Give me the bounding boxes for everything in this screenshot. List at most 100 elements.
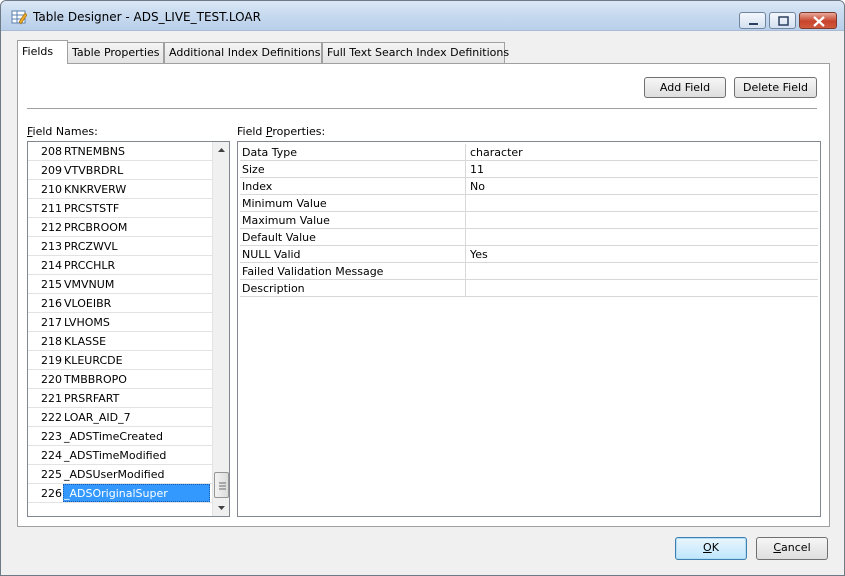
cancel-button[interactable]: Cancel <box>756 537 828 560</box>
field-row[interactable]: 215 VMVNUM <box>28 275 212 294</box>
field-number: 221 <box>41 392 62 405</box>
field-number: 214 <box>41 259 62 272</box>
property-row-index[interactable]: Index No <box>240 178 818 195</box>
field-number: 226 <box>41 487 62 500</box>
field-properties-label: Field Properties: <box>237 125 325 138</box>
field-name: _ADSUserModified <box>64 468 165 481</box>
field-number: 223 <box>41 430 62 443</box>
field-row[interactable]: 224 _ADSTimeModified <box>28 446 212 465</box>
scrollbar-thumb[interactable] <box>214 472 229 498</box>
add-field-label: Add Field <box>659 81 711 94</box>
field-name: VLOEIBR <box>64 297 112 310</box>
field-row[interactable]: 220 TMBBROPO <box>28 370 212 389</box>
scroll-up-arrow-icon[interactable] <box>213 142 230 159</box>
field-row[interactable]: 216 VLOEIBR <box>28 294 212 313</box>
delete-field-button[interactable]: Delete Field <box>734 77 817 98</box>
field-name: _ADSTimeModified <box>64 449 167 462</box>
field-row[interactable]: 214 PRCCHLR <box>28 256 212 275</box>
property-row-minimum-value[interactable]: Minimum Value <box>240 195 818 212</box>
close-button[interactable] <box>799 12 837 29</box>
field-number: 220 <box>41 373 62 386</box>
field-properties-label-pre: Field <box>237 125 266 138</box>
property-name: Data Type <box>240 144 466 161</box>
tab-table-properties[interactable]: Table Properties <box>67 42 164 63</box>
property-name: Description <box>240 280 466 297</box>
maximize-icon <box>778 16 789 26</box>
field-row[interactable]: 211 PRCSTSTF <box>28 199 212 218</box>
window-title: Table Designer - ADS_LIVE_TEST.LOAR <box>33 10 261 24</box>
cancel-accel: C <box>773 541 782 554</box>
tab-additional-index-label: Additional Index Definitions <box>169 46 321 59</box>
property-row-data-type[interactable]: Data Type character <box>240 144 818 161</box>
add-field-button[interactable]: Add Field <box>644 77 726 98</box>
table-designer-window: Table Designer - ADS_LIVE_TEST.LOAR Fiel… <box>0 0 845 576</box>
field-row[interactable]: 210 KNKRVERW <box>28 180 212 199</box>
close-icon <box>813 16 825 27</box>
field-number: 215 <box>41 278 62 291</box>
property-row-null-valid[interactable]: NULL Valid Yes <box>240 246 818 263</box>
tab-additional-index-definitions[interactable]: Additional Index Definitions <box>164 42 322 63</box>
field-name: VMVNUM <box>64 278 115 291</box>
scroll-down-arrow-icon[interactable] <box>213 499 230 516</box>
field-properties-grid[interactable]: Data Type character Size 11 Index No Minimu… <box>237 141 821 517</box>
title-bar[interactable]: Table Designer - ADS_LIVE_TEST.LOAR <box>1 1 844 31</box>
field-name: TMBBROPO <box>64 373 127 386</box>
property-row-size[interactable]: Size 11 <box>240 161 818 178</box>
property-value[interactable]: Yes <box>470 248 488 261</box>
property-name: Minimum Value <box>240 195 466 212</box>
field-row[interactable]: 213 PRCZWVL <box>28 237 212 256</box>
property-name: Default Value <box>240 229 466 246</box>
field-properties-label-text: roperties: <box>272 125 326 138</box>
field-row[interactable]: 219 KLEURCDE <box>28 351 212 370</box>
property-name: Index <box>240 178 466 195</box>
field-name: PRCZWVL <box>64 240 118 253</box>
field-row[interactable]: 223 _ADSTimeCreated <box>28 427 212 446</box>
field-row[interactable]: 221 PRSRFART <box>28 389 212 408</box>
property-row-failed-validation-message[interactable]: Failed Validation Message <box>240 263 818 280</box>
field-names-label-text: ield Names: <box>32 125 98 138</box>
field-row[interactable]: 209 VTVBRDRL <box>28 161 212 180</box>
ok-accel: O <box>703 541 712 554</box>
cancel-label-rest: ancel <box>781 541 811 554</box>
maximize-button[interactable] <box>769 12 796 29</box>
field-name: PRCBROOM <box>64 221 128 234</box>
field-number: 209 <box>41 164 62 177</box>
field-row[interactable]: 208 RTNEMBNS <box>28 142 212 161</box>
tab-fields[interactable]: Fields <box>17 40 68 64</box>
property-row-maximum-value[interactable]: Maximum Value <box>240 212 818 229</box>
field-row[interactable]: 212 PRCBROOM <box>28 218 212 237</box>
tab-full-text-search-label: Full Text Search Index Definitions <box>327 46 510 59</box>
field-number: 211 <box>41 202 62 215</box>
property-value[interactable]: character <box>470 146 523 159</box>
minimize-button[interactable] <box>739 12 766 29</box>
field-row[interactable]: 225 _ADSUserModified <box>28 465 212 484</box>
field-name: KNKRVERW <box>64 183 127 196</box>
property-value[interactable]: No <box>470 180 485 193</box>
field-name: KLEURCDE <box>64 354 123 367</box>
field-number: 217 <box>41 316 62 329</box>
field-row[interactable]: 218 KLASSE <box>28 332 212 351</box>
field-names-list[interactable]: 208 RTNEMBNS 209 VTVBRDRL 210 KNKRVERW 211 P… <box>27 141 230 517</box>
ok-button[interactable]: OK <box>675 537 747 560</box>
field-name: RTNEMBNS <box>64 145 125 158</box>
property-name: Size <box>240 161 466 178</box>
field-name: VTVBRDRL <box>64 164 124 177</box>
field-number: 216 <box>41 297 62 310</box>
field-list-scrollbar[interactable] <box>212 142 229 516</box>
field-number: 225 <box>41 468 62 481</box>
field-name: LOAR_AID_7 <box>64 411 131 424</box>
field-name: LVHOMS <box>64 316 110 329</box>
toolbar-separator <box>27 108 817 109</box>
tab-full-text-search-index-definitions[interactable]: Full Text Search Index Definitions <box>322 42 509 63</box>
property-name: Maximum Value <box>240 212 466 229</box>
tab-table-properties-label: Table Properties <box>72 46 160 59</box>
field-name: _ADSOriginalSuper <box>64 487 168 500</box>
property-row-default-value[interactable]: Default Value <box>240 229 818 246</box>
field-row[interactable]: 217 LVHOMS <box>28 313 212 332</box>
field-number: 210 <box>41 183 62 196</box>
field-row-selected[interactable]: 226 _ADSOriginalSuper <box>28 484 212 503</box>
property-value[interactable]: 11 <box>470 163 484 176</box>
property-row-description[interactable]: Description <box>240 280 818 297</box>
field-row[interactable]: 222 LOAR_AID_7 <box>28 408 212 427</box>
field-number: 213 <box>41 240 62 253</box>
